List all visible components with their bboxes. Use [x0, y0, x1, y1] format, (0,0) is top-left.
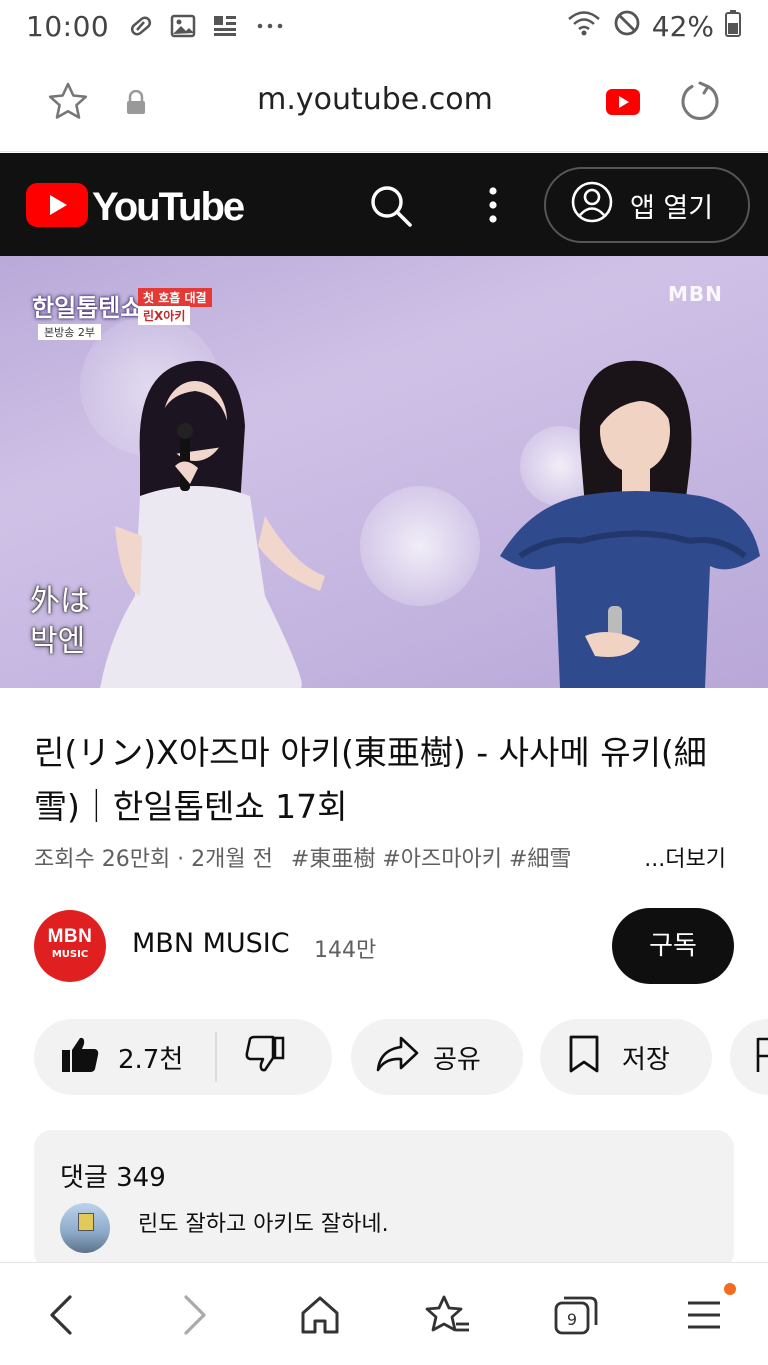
share-label: 공유 [433, 1044, 481, 1075]
back-icon[interactable] [44, 1293, 80, 1341]
video-caption: 外は 박엔 [30, 582, 90, 662]
save-label: 저장 [622, 1044, 670, 1075]
caption-line: 外は [30, 584, 90, 619]
avatar-text: MBN [47, 926, 93, 947]
channel-row: MBN MUSIC MBN MUSIC 144만 구독 [34, 908, 734, 984]
lock-icon[interactable] [124, 89, 148, 120]
subscribe-button[interactable]: 구독 [612, 908, 734, 984]
do-not-disturb-icon [612, 8, 642, 45]
comments-section[interactable]: 댓글 349 린도 잘하고 아키도 잘하네. [34, 1130, 734, 1270]
like-count[interactable]: 2.7천 [118, 1039, 183, 1076]
reload-icon[interactable] [678, 80, 722, 128]
status-bar: 10:00 42% [0, 0, 768, 52]
video-player[interactable]: 한일톱텐쇼 첫 호흡 대결 린X아키 본방송 2부 MBN 外は 박엔 [0, 256, 768, 688]
save-button[interactable]: 저장 [540, 1019, 712, 1095]
flag-icon [754, 1034, 768, 1081]
more-options-icon[interactable] [478, 183, 508, 231]
singer-right [500, 360, 760, 688]
show-badge: 린X아키 [138, 306, 191, 325]
account-icon [570, 180, 614, 231]
more-notifications-icon [253, 12, 287, 40]
show-title-overlay: 한일톱텐쇼 [32, 294, 143, 322]
wifi-icon [566, 8, 602, 45]
address-bar-url[interactable]: m.youtube.com [230, 82, 520, 117]
action-bar: 2.7천 공유 저장 [34, 1019, 768, 1095]
notification-dot [724, 1283, 736, 1295]
tab-count: 9 [567, 1310, 577, 1329]
broadcaster-watermark: MBN [668, 282, 723, 306]
like-icon[interactable] [60, 1034, 100, 1081]
caption-line: 박엔 [30, 624, 86, 659]
singer-left [100, 360, 325, 688]
show-badge: 본방송 2부 [38, 324, 101, 340]
open-app-button[interactable]: 앱 열기 [544, 167, 750, 243]
open-app-label: 앱 열기 [630, 192, 714, 224]
like-divider [215, 1032, 218, 1082]
hashtags[interactable]: #東亜樹 #아즈마아키 #細雪 [291, 841, 591, 873]
show-badge: 첫 호흡 대결 [138, 288, 212, 307]
youtube-app-icon[interactable] [606, 89, 640, 119]
youtube-logo[interactable]: YouTube [26, 183, 245, 231]
tabs-icon[interactable]: 9 [552, 1293, 600, 1341]
menu-icon[interactable] [684, 1293, 724, 1341]
youtube-wordmark: YouTube [92, 184, 245, 229]
youtube-header: YouTube 앱 열기 [0, 153, 768, 256]
youtube-play-icon [26, 183, 88, 231]
browser-toolbar: m.youtube.com [0, 52, 768, 152]
video-title[interactable]: 린(リン)X아즈마 아키(東亜樹) - 사사메 유키(細雪)｜한일톱텐쇼 17회 [34, 726, 734, 834]
channel-avatar[interactable]: MBN MUSIC [34, 910, 106, 982]
subscriber-count: 144만 [314, 938, 377, 963]
more-link[interactable]: ...더보기 [644, 841, 726, 873]
channel-name[interactable]: MBN MUSIC [132, 928, 290, 959]
news-icon [211, 12, 239, 40]
pill-icon [127, 12, 155, 40]
battery-percent: 42% [651, 9, 714, 43]
views-and-date: 조회수 26만회 · 2개월 전 [34, 847, 273, 872]
comment-text: 린도 잘하고 아키도 잘하네. [138, 1212, 389, 1237]
like-dislike-pill: 2.7천 [34, 1019, 332, 1095]
home-icon[interactable] [298, 1293, 342, 1341]
bookmarks-icon[interactable] [424, 1293, 472, 1341]
status-time: 10:00 [26, 9, 110, 43]
comments-header: 댓글 349 [60, 1163, 166, 1193]
video-metadata[interactable]: 조회수 26만회 · 2개월 전 #東亜樹 #아즈마아키 #細雪 ...더보기 [34, 841, 734, 873]
bookmark-icon [568, 1034, 600, 1081]
avatar-text: MUSIC [51, 949, 89, 960]
gallery-icon [169, 12, 197, 40]
search-icon[interactable] [368, 183, 414, 233]
commenter-avatar [60, 1203, 110, 1253]
more-actions-button[interactable] [730, 1019, 768, 1095]
battery-icon [724, 8, 742, 45]
bookmark-star-icon[interactable] [46, 80, 90, 128]
share-icon [375, 1035, 419, 1080]
forward-icon[interactable] [176, 1293, 212, 1341]
dislike-icon[interactable] [245, 1034, 285, 1081]
share-button[interactable]: 공유 [351, 1019, 523, 1095]
browser-bottom-nav: 9 [0, 1262, 768, 1365]
